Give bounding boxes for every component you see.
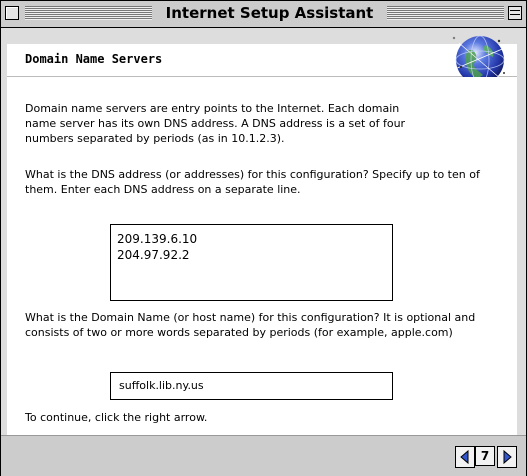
right-arrow-icon	[503, 449, 512, 465]
continue-instruction: To continue, click the right arrow.	[25, 411, 208, 424]
domain-question-text: What is the Domain Name (or host name) f…	[25, 311, 476, 339]
intro-text: Domain name servers are entry points to …	[25, 102, 406, 145]
left-arrow-icon	[460, 449, 469, 465]
dns-question-text: What is the DNS address (or addresses) f…	[25, 168, 480, 196]
page-header: Domain Name Servers	[7, 44, 517, 77]
setup-assistant-window: Internet Setup Assistant Domain Name Ser…	[0, 0, 527, 476]
title-bar-stripes	[25, 6, 152, 20]
navigation-footer: 7	[1, 435, 526, 476]
dns-address-line: 209.139.6.10	[117, 232, 198, 246]
title-bar[interactable]: Internet Setup Assistant	[1, 1, 526, 28]
page-title: Domain Name Servers	[25, 52, 163, 66]
collapse-box-icon[interactable]	[508, 6, 522, 20]
previous-page-button[interactable]	[455, 446, 475, 468]
next-page-button[interactable]	[497, 446, 517, 468]
window-title: Internet Setup Assistant	[152, 3, 387, 23]
dns-address-line: 204.97.92.2	[117, 248, 190, 262]
dns-address-textarea[interactable]: 209.139.6.10 204.97.92.2	[110, 224, 393, 301]
close-box-icon[interactable]	[5, 6, 19, 20]
domain-name-field[interactable]: suffolk.lib.ny.us	[110, 372, 393, 400]
content-panel: Domain name servers are entry points to …	[7, 77, 517, 435]
page-number: 7	[475, 446, 495, 466]
title-bar-stripes	[387, 6, 504, 20]
